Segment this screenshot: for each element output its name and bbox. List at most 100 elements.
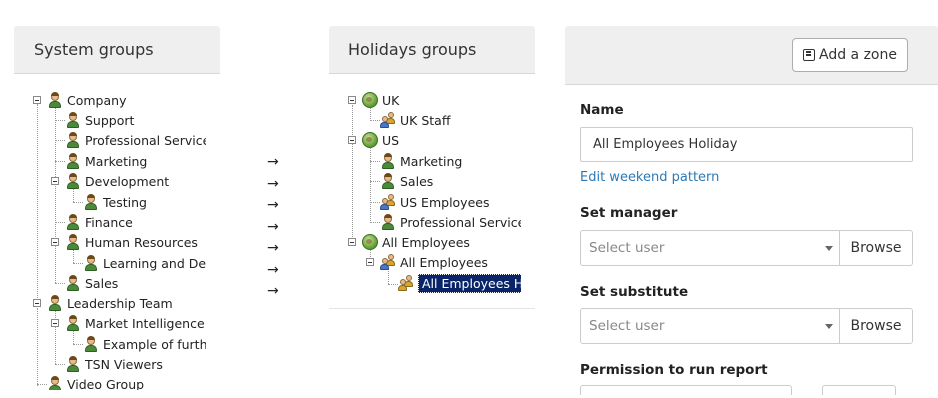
globe-icon [362, 234, 378, 250]
collapse-toggle-market-intelligence[interactable] [51, 319, 59, 327]
holiday-node-us-employees[interactable]: US Employees [380, 192, 489, 212]
user-icon [47, 376, 63, 390]
user-icon [380, 173, 396, 189]
set-manager-select[interactable]: Select user [580, 230, 840, 266]
set-manager-placeholder: Select user [589, 240, 665, 256]
collapse-toggle-all-employees[interactable] [348, 238, 356, 246]
group-icon [398, 275, 414, 291]
edit-weekend-pattern-link[interactable]: Edit weekend pattern [580, 170, 719, 185]
name-field-value: All Employees Holiday [593, 137, 738, 152]
tree-node-development[interactable]: Development [65, 171, 169, 191]
tree-node-label: Marketing [85, 153, 148, 169]
user-icon [47, 92, 63, 108]
holiday-node-all-employees[interactable]: All Employees [362, 232, 470, 252]
tree-node-video-group[interactable]: Video Group [47, 374, 144, 390]
tree-node-testing[interactable]: Testing [83, 192, 147, 212]
tree-node-professional-service[interactable]: Professional Service [65, 130, 206, 150]
tree-node-label: Example of furth [103, 336, 206, 352]
browse-label: Browse [850, 240, 902, 256]
tree-node-finance[interactable]: Finance [65, 212, 133, 232]
set-manager-browse-button[interactable]: Browse [839, 230, 913, 266]
user-icon [65, 234, 81, 250]
holiday-node-us[interactable]: US [362, 130, 399, 150]
holiday-node-sales[interactable]: Sales [380, 171, 433, 191]
mapping-arrow: → [267, 240, 279, 256]
name-field[interactable]: All Employees Holiday [580, 127, 913, 162]
collapse-toggle-human-resources[interactable] [51, 238, 59, 246]
tree-node-label: US [382, 132, 400, 148]
tree-node-label: Sales [400, 173, 434, 189]
holiday-node-uk-staff[interactable]: UK Staff [380, 110, 450, 130]
mapping-arrow: → [267, 283, 279, 299]
user-icon [47, 295, 63, 311]
holiday-node-marketing[interactable]: Marketing [380, 151, 462, 171]
collapse-toggle-leadership-team[interactable] [33, 299, 41, 307]
user-icon [65, 112, 81, 128]
tree-node-example[interactable]: Example of furth [83, 334, 206, 354]
user-icon [65, 315, 81, 331]
user-icon [83, 194, 99, 210]
group-icon [380, 254, 396, 270]
tree-node-label: Company [67, 92, 127, 108]
set-manager-label: Set manager [580, 205, 678, 221]
set-substitute-select[interactable]: Select user [580, 308, 840, 344]
tree-node-sales[interactable]: Sales [65, 273, 118, 293]
tree-node-market-intelligence[interactable]: Market Intelligence [65, 313, 205, 333]
collapse-toggle-us[interactable] [348, 136, 356, 144]
mapping-arrow: → [267, 219, 279, 235]
tree-node-label: Video Group [67, 376, 145, 391]
user-icon [65, 214, 81, 230]
set-substitute-browse-button[interactable]: Browse [839, 308, 913, 344]
tree-node-tsn-viewers[interactable]: TSN Viewers [65, 354, 163, 374]
browse-label: Browse [850, 318, 902, 334]
collapse-toggle-company[interactable] [33, 96, 41, 104]
permission-select[interactable] [580, 385, 792, 395]
chevron-down-icon [825, 246, 833, 251]
system-groups-title: System groups [34, 40, 154, 59]
tree-node-label: Human Resources [85, 234, 198, 250]
holiday-node-professional-service[interactable]: Professional Service [380, 212, 521, 232]
tree-node-label: Market Intelligence [85, 315, 205, 331]
group-icon [380, 194, 396, 210]
name-label: Name [580, 102, 624, 118]
chevron-down-icon [825, 324, 833, 329]
permission-button[interactable] [822, 385, 896, 395]
user-icon [65, 173, 81, 189]
mapping-arrow: → [267, 176, 279, 192]
tree-node-company[interactable]: Company [47, 90, 126, 110]
tree-node-label: UK Staff [400, 112, 451, 128]
user-icon [380, 153, 396, 169]
tree-node-label: Finance [85, 214, 133, 230]
tree-node-learning-and-development[interactable]: Learning and De [83, 253, 206, 273]
tree-node-label: Professional Service [85, 132, 206, 148]
collapse-toggle-uk[interactable] [348, 96, 356, 104]
add-zone-button[interactable]: Add a zone [792, 38, 908, 72]
tree-node-label: Testing [103, 194, 147, 210]
tree-node-label: TSN Viewers [85, 356, 163, 372]
user-icon [83, 336, 99, 352]
mapping-arrow: → [267, 154, 279, 170]
globe-icon [362, 92, 378, 108]
tree-node-label: All Employees [400, 254, 488, 270]
tree-node-support[interactable]: Support [65, 110, 134, 130]
tree-node-label: Support [85, 112, 135, 128]
tree-node-leadership-team[interactable]: Leadership Team [47, 293, 173, 313]
holiday-node-all-employees-group[interactable]: All Employees [380, 252, 488, 272]
collapse-toggle-development[interactable] [51, 177, 59, 185]
collapse-toggle-all-employees-group[interactable] [366, 258, 374, 266]
user-icon [65, 132, 81, 148]
holiday-node-all-employees-holiday[interactable]: All Employees Ho [398, 273, 521, 293]
tree-node-marketing[interactable]: Marketing [65, 151, 147, 171]
tree-node-label: Leadership Team [67, 295, 173, 311]
tree-node-label: Professional Service [400, 214, 521, 230]
mapping-arrow: → [267, 262, 279, 278]
holiday-node-uk[interactable]: UK [362, 90, 399, 110]
zone-icon [803, 49, 815, 61]
user-icon [380, 214, 396, 230]
tree-node-human-resources[interactable]: Human Resources [65, 232, 198, 252]
mapping-arrow: → [267, 197, 279, 213]
tree-node-label: All Employees [382, 234, 470, 250]
tree-node-label: US Employees [400, 194, 490, 210]
group-icon [380, 112, 396, 128]
set-substitute-placeholder: Select user [589, 318, 665, 334]
